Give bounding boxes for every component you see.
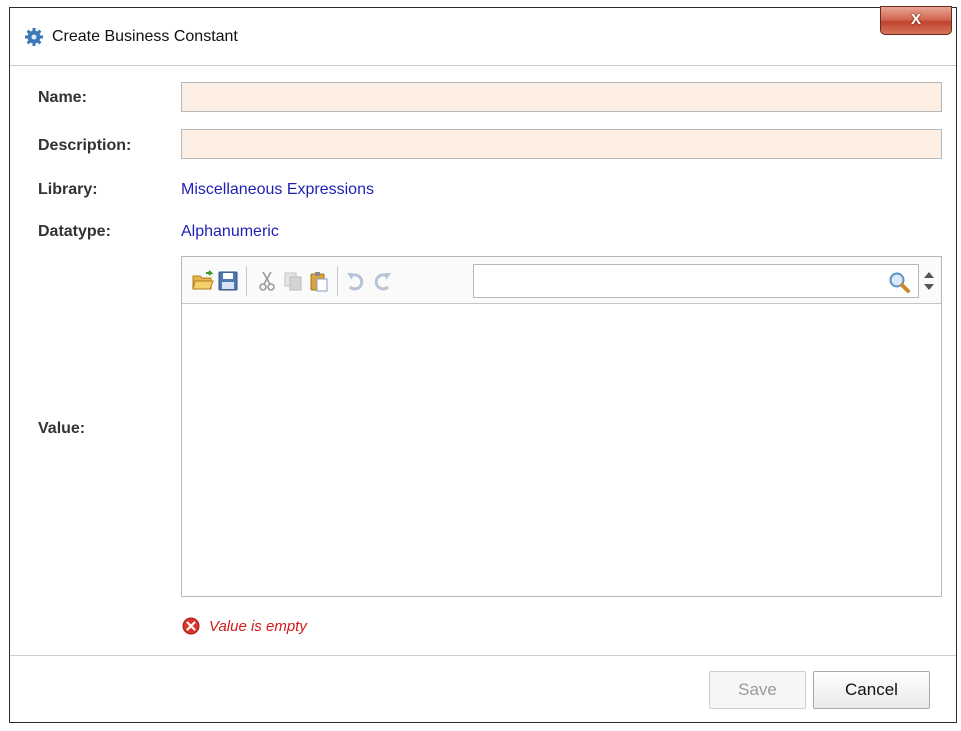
close-button[interactable]: X bbox=[880, 6, 952, 35]
name-input[interactable] bbox=[181, 82, 942, 112]
redo-icon[interactable] bbox=[371, 270, 393, 292]
value-editor bbox=[181, 256, 942, 597]
up-down-spinner-icon[interactable] bbox=[922, 267, 936, 295]
dialog-title: Create Business Constant bbox=[52, 28, 238, 45]
editor-search-input[interactable] bbox=[473, 264, 919, 298]
toolbar-separator bbox=[337, 266, 338, 296]
editor-content-area[interactable] bbox=[182, 304, 941, 596]
datatype-value: Alphanumeric bbox=[181, 223, 279, 240]
open-folder-icon[interactable] bbox=[192, 270, 214, 292]
library-label: Library: bbox=[38, 181, 98, 198]
footer-divider bbox=[10, 655, 956, 656]
gear-icon bbox=[25, 28, 43, 46]
toolbar-separator bbox=[246, 266, 247, 296]
title-bar: Create Business Constant X bbox=[10, 6, 956, 66]
undo-icon[interactable] bbox=[345, 270, 367, 292]
search-icon[interactable] bbox=[887, 270, 911, 294]
name-label: Name: bbox=[38, 89, 87, 106]
cut-icon[interactable] bbox=[256, 270, 278, 292]
create-business-constant-dialog: Create Business Constant X Name: Descrip… bbox=[9, 6, 957, 723]
editor-toolbar bbox=[182, 257, 941, 304]
save-icon[interactable] bbox=[217, 270, 239, 292]
datatype-label: Datatype: bbox=[38, 223, 111, 240]
cancel-button[interactable]: Cancel bbox=[813, 671, 930, 709]
validation-error-message: Value is empty bbox=[209, 618, 307, 635]
description-input[interactable] bbox=[181, 129, 942, 159]
paste-icon[interactable] bbox=[308, 270, 330, 292]
value-label: Value: bbox=[38, 420, 86, 437]
error-circle-icon bbox=[182, 617, 200, 635]
description-label: Description: bbox=[38, 137, 132, 154]
save-button[interactable]: Save bbox=[709, 671, 806, 709]
library-value: Miscellaneous Expressions bbox=[181, 181, 374, 198]
copy-icon[interactable] bbox=[282, 270, 304, 292]
